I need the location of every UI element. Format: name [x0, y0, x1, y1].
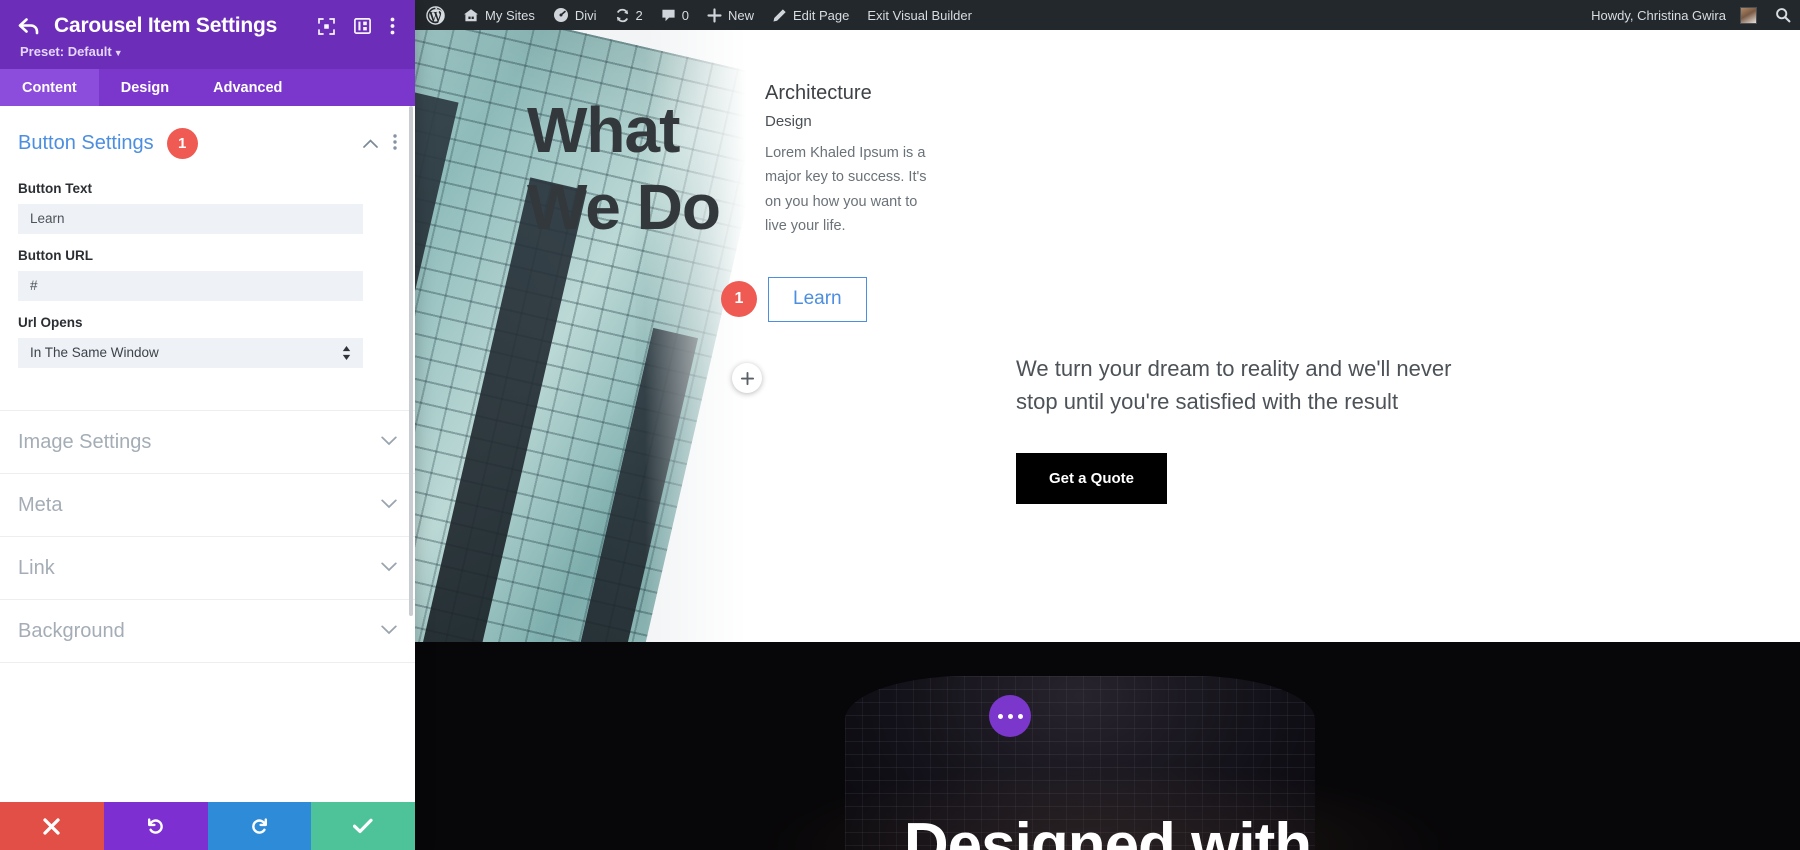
section-label-image-settings: Image Settings	[18, 430, 152, 453]
settings-tabs: Content Design Advanced	[0, 69, 415, 106]
section-more-options-button[interactable]	[989, 695, 1031, 737]
section-link[interactable]: Link	[0, 536, 415, 599]
adminbar-account[interactable]: Howdy, Christina Gwira	[1580, 0, 1766, 30]
section-options-kebab-icon[interactable]	[393, 133, 397, 154]
settings-panel-footer	[0, 802, 415, 850]
section-step-badge: 1	[166, 128, 198, 159]
preset-label: Preset: Default	[20, 44, 112, 59]
section-image-settings[interactable]: Image Settings	[0, 410, 415, 473]
dark-lower-section: Designed with	[415, 642, 1800, 850]
chevron-down-icon[interactable]	[381, 623, 397, 639]
adminbar-howdy-label: Howdy, Christina Gwira	[1591, 7, 1726, 23]
chevron-down-icon[interactable]	[381, 560, 397, 576]
adminbar-exit-visual-builder[interactable]: Exit Visual Builder	[858, 0, 981, 30]
comment-bubble-icon	[661, 8, 676, 23]
settings-scroll-area: Button Settings 1 Button Text Learn Butt…	[0, 106, 415, 802]
wordpress-admin-bar: My Sites Divi 2 0 New Edit Page Exit Vis…	[415, 0, 1800, 30]
adminbar-updates-count: 2	[635, 7, 643, 23]
cancel-button[interactable]	[0, 802, 104, 850]
panel-title: Carousel Item Settings	[54, 14, 278, 37]
adminbar-new-label: New	[727, 7, 754, 23]
page-headline: What We Do	[527, 94, 721, 243]
kebab-menu-icon[interactable]	[390, 17, 395, 35]
adminbar-exit-vb-label: Exit Visual Builder	[867, 7, 972, 23]
label-url-opens: Url Opens	[18, 315, 83, 330]
fullscreen-target-icon[interactable]	[318, 17, 335, 35]
page-canvas: What We Do Architecture Design Lorem Kha…	[415, 30, 1800, 850]
button-url-input[interactable]	[18, 271, 363, 301]
field-button-url: Button URL	[0, 248, 415, 301]
field-url-opens: Url Opens In The Same Window	[0, 315, 415, 368]
label-button-url: Button URL	[18, 248, 93, 263]
adminbar-my-sites[interactable]: My Sites	[454, 0, 544, 30]
adminbar-edit-page[interactable]: Edit Page	[763, 0, 858, 30]
adminbar-search-button[interactable]	[1766, 0, 1800, 30]
dot-3	[1017, 713, 1023, 719]
chevron-down-icon: ▼	[113, 48, 123, 58]
chevron-down-icon[interactable]	[381, 434, 397, 450]
field-button-text: Button Text	[0, 181, 415, 234]
field-spacer	[0, 368, 415, 410]
learn-step-badge: 1	[721, 281, 757, 318]
back-arrow-icon[interactable]	[18, 17, 46, 35]
adminbar-wordpress-logo[interactable]	[415, 0, 454, 30]
tab-advanced[interactable]: Advanced	[191, 69, 304, 106]
adminbar-edit-page-label: Edit Page	[793, 7, 850, 23]
plus-icon	[707, 7, 722, 23]
feature-subtitle: Design	[765, 113, 812, 130]
divi-dashboard-icon	[553, 7, 569, 23]
avatar	[1740, 6, 1757, 24]
section-title-button-settings: Button Settings	[18, 132, 154, 154]
url-opens-select[interactable]: In The Same Window	[18, 338, 363, 368]
dark-section-heading: Designed with	[903, 811, 1312, 850]
get-a-quote-button[interactable]: Get a Quote	[1016, 452, 1168, 504]
redo-button[interactable]	[207, 802, 312, 850]
section-label-meta: Meta	[18, 493, 63, 516]
chevron-down-icon[interactable]	[381, 497, 397, 513]
section-label-background: Background	[18, 619, 125, 642]
section-divider-bottom	[0, 662, 415, 684]
button-text-input[interactable]	[18, 204, 363, 234]
updates-refresh-icon	[615, 8, 630, 23]
dot-2	[1007, 713, 1013, 719]
add-module-button[interactable]	[732, 363, 762, 393]
adminbar-divi-label: Divi	[574, 7, 597, 23]
adminbar-new[interactable]: New	[698, 0, 763, 30]
sites-house-icon	[463, 8, 479, 23]
undo-button[interactable]	[103, 802, 208, 850]
feature-card: Architecture Design Lorem Khaled Ipsum i…	[765, 80, 935, 238]
feature-title: Architecture	[765, 82, 872, 104]
wordpress-logo-icon	[426, 5, 445, 25]
label-button-text: Button Text	[18, 181, 92, 196]
section-button-settings-header[interactable]: Button Settings 1	[0, 106, 415, 167]
settings-panel-scrollbar[interactable]	[409, 106, 413, 616]
app-screen: Carousel Item Settings Preset: Default ▼…	[0, 0, 1800, 850]
adminbar-updates[interactable]: 2	[606, 0, 652, 30]
adminbar-comments[interactable]: 0	[652, 0, 698, 30]
learn-button-group: 1 Learn	[721, 277, 867, 322]
settings-panel-header: Carousel Item Settings Preset: Default ▼	[0, 0, 415, 69]
promo-text: We turn your dream to reality and we'll …	[1016, 356, 1452, 415]
promo-block: We turn your dream to reality and we'll …	[1016, 352, 1476, 504]
preset-selector[interactable]: Preset: Default ▼	[20, 44, 397, 59]
adminbar-my-sites-label: My Sites	[485, 7, 535, 23]
layout-columns-icon[interactable]	[354, 18, 371, 34]
adminbar-divi[interactable]: Divi	[544, 0, 606, 30]
save-button[interactable]	[311, 802, 415, 850]
module-settings-panel: Carousel Item Settings Preset: Default ▼…	[0, 0, 415, 850]
adminbar-comments-count: 0	[681, 7, 689, 23]
settings-panel-body: Button Settings 1 Button Text Learn Butt…	[0, 106, 415, 802]
section-background[interactable]: Background	[0, 599, 415, 662]
tab-design[interactable]: Design	[99, 69, 191, 106]
chevron-up-icon[interactable]	[363, 136, 378, 151]
dot-1	[997, 713, 1003, 719]
pencil-icon	[772, 8, 787, 23]
learn-button[interactable]: Learn	[768, 277, 867, 322]
search-icon	[1775, 7, 1791, 23]
feature-body-text: Lorem Khaled Ipsum is a major key to suc…	[765, 145, 927, 235]
section-meta[interactable]: Meta	[0, 473, 415, 536]
tab-content[interactable]: Content	[0, 69, 99, 106]
section-label-link: Link	[18, 556, 55, 579]
